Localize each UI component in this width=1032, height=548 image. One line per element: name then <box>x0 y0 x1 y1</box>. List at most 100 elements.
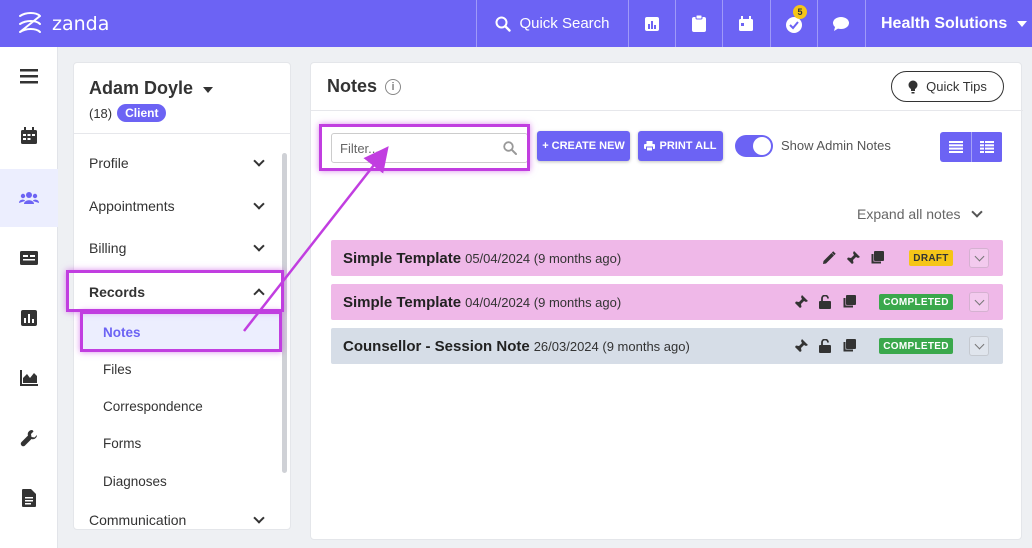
zanda-logo[interactable]: zanda <box>14 8 109 40</box>
rail-calendar[interactable] <box>0 107 58 165</box>
unlock-icon[interactable] <box>813 334 837 358</box>
sub-diagnoses[interactable]: Diagnoses <box>103 470 167 492</box>
status-badge: DRAFT <box>909 250 953 266</box>
expand-note-button[interactable] <box>969 336 989 356</box>
nav-label: Communication <box>89 512 187 528</box>
divider <box>74 133 290 134</box>
nav-profile[interactable]: Profile <box>89 151 269 175</box>
print-all-label: PRINT ALL <box>659 140 717 152</box>
view-toggle <box>940 132 1003 162</box>
expand-note-button[interactable] <box>969 292 989 312</box>
quick-tips-label: Quick Tips <box>926 79 987 94</box>
client-name: Adam Doyle <box>89 78 194 98</box>
print-icon <box>644 141 656 151</box>
note-actions <box>789 334 861 358</box>
pin-icon[interactable] <box>841 246 865 270</box>
print-all-button[interactable]: PRINT ALL <box>638 131 723 161</box>
zanda-logo-icon <box>19 12 41 33</box>
nav-label: Appointments <box>89 198 175 214</box>
detail-view-button[interactable] <box>971 132 1002 162</box>
quick-search-button[interactable]: Quick Search <box>476 0 628 47</box>
annotation-highlight-notes <box>80 311 282 352</box>
create-new-label: + CREATE NEW <box>542 140 625 152</box>
divider <box>311 110 1023 111</box>
tasks-badge: 5 <box>793 5 807 19</box>
quick-search-label: Quick Search <box>519 15 610 32</box>
nav-communication[interactable]: Communication <box>89 508 269 529</box>
wrench-icon <box>20 430 37 447</box>
nav-appointments[interactable]: Appointments <box>89 194 269 218</box>
note-title: Counsellor - Session Note <box>343 337 530 355</box>
top-bar: zanda Quick Search 5 Health Solutions <box>0 0 1032 47</box>
show-admin-notes-toggle[interactable] <box>735 135 773 157</box>
status-badge: COMPLETED <box>879 338 953 354</box>
nav-billing[interactable]: Billing <box>89 236 269 260</box>
sub-correspondence[interactable]: Correspondence <box>103 395 203 417</box>
calendar-icon <box>739 15 753 31</box>
expand-all-notes[interactable]: Expand all notes <box>857 206 983 222</box>
lightbulb-icon <box>908 80 918 93</box>
analytics-icon <box>20 370 38 386</box>
chevron-down-icon <box>253 240 265 252</box>
annotation-highlight-records <box>66 270 284 312</box>
note-actions <box>817 246 889 270</box>
clipboard-icon <box>692 15 706 32</box>
copy-icon[interactable] <box>837 334 861 358</box>
clipboard-button[interactable] <box>675 0 722 47</box>
note-title: Simple Template <box>343 249 462 267</box>
info-icon[interactable]: i <box>385 78 402 95</box>
rail-settings[interactable] <box>0 409 58 467</box>
chat-button[interactable] <box>817 0 864 47</box>
invoices-icon <box>20 251 38 265</box>
reports-icon <box>645 16 659 31</box>
chevron-down-icon <box>253 198 265 210</box>
note-row[interactable]: Simple Template 05/04/2024 (9 months ago… <box>331 240 1003 276</box>
note-row[interactable]: Counsellor - Session Note 26/03/2024 (9 … <box>331 328 1003 364</box>
tasks-button[interactable]: 5 <box>770 0 817 47</box>
search-icon <box>495 16 512 32</box>
unlock-icon[interactable] <box>813 290 837 314</box>
page-title: Notes i <box>327 76 402 97</box>
rail-documents[interactable] <box>0 469 58 527</box>
note-title: Simple Template <box>343 293 462 311</box>
quick-tips-button[interactable]: Quick Tips <box>891 71 1004 102</box>
chevron-down-icon <box>970 206 983 218</box>
nav-label: Billing <box>89 240 127 256</box>
rail-menu[interactable] <box>0 47 58 105</box>
detail-view-icon <box>980 141 994 153</box>
rail-analytics[interactable] <box>0 349 58 407</box>
expand-note-button[interactable] <box>969 248 989 268</box>
calendar-button[interactable] <box>722 0 769 47</box>
calendar-icon <box>21 127 37 144</box>
logo-text: zanda <box>52 13 110 35</box>
sub-files[interactable]: Files <box>103 358 132 380</box>
chevron-down-icon <box>203 87 214 93</box>
pin-icon[interactable] <box>789 290 813 314</box>
chevron-down-icon <box>253 512 265 524</box>
note-row[interactable]: Simple Template 04/04/2024 (9 months ago… <box>331 284 1003 320</box>
org-switcher[interactable]: Health Solutions <box>865 0 1032 47</box>
note-date: 05/04/2024 (9 months ago) <box>465 250 622 266</box>
note-date: 26/03/2024 (9 months ago) <box>533 338 690 354</box>
sub-forms[interactable]: Forms <box>103 432 141 454</box>
scrollbar[interactable] <box>282 153 287 473</box>
create-new-button[interactable]: + CREATE NEW <box>537 131 630 161</box>
note-date: 04/04/2024 (9 months ago) <box>465 294 622 310</box>
chevron-down-icon <box>253 155 265 167</box>
edit-icon[interactable] <box>817 246 841 270</box>
pin-icon[interactable] <box>789 334 813 358</box>
rail-clients[interactable] <box>0 169 58 227</box>
copy-icon[interactable] <box>865 246 889 270</box>
client-meta: (18) Client <box>89 104 167 122</box>
reports-button[interactable] <box>628 0 675 47</box>
note-actions <box>789 290 861 314</box>
copy-icon[interactable] <box>837 290 861 314</box>
rail-invoices[interactable] <box>0 229 58 287</box>
annotation-highlight-filter <box>319 124 530 171</box>
show-admin-notes-label: Show Admin Notes <box>781 138 891 153</box>
chat-icon <box>833 16 849 31</box>
rail-reports[interactable] <box>0 289 58 347</box>
list-view-button[interactable] <box>940 132 971 162</box>
org-name: Health Solutions <box>881 14 1008 32</box>
client-name-dropdown[interactable]: Adam Doyle <box>89 78 214 99</box>
